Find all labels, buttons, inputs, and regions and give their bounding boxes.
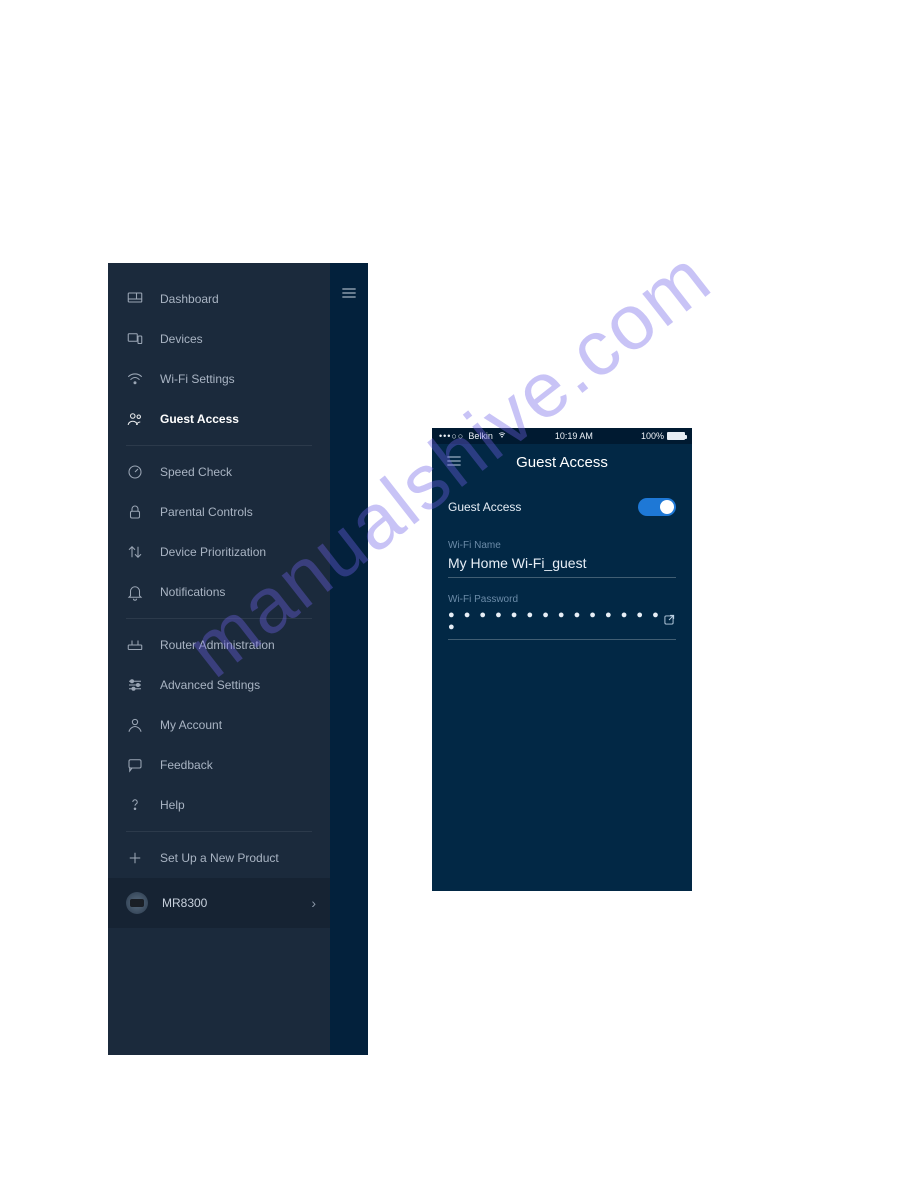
- sidebar-item-label: Notifications: [160, 585, 225, 599]
- wifi-name-value: My Home Wi-Fi_guest: [448, 555, 586, 571]
- field-label: Wi-Fi Password: [448, 594, 676, 605]
- devices-icon: [126, 330, 144, 348]
- clock: 10:19 AM: [507, 431, 641, 441]
- sidebar-app-screen: Dashboard Devices Wi-Fi Settings Guest A…: [108, 263, 368, 1055]
- product-row[interactable]: MR8300 ›: [108, 878, 330, 928]
- sidebar-item-label: Router Administration: [160, 638, 275, 652]
- sidebar-item-label: Guest Access: [160, 412, 239, 426]
- product-avatar-icon: [126, 892, 148, 914]
- wifi-password-value: ● ● ● ● ● ● ● ● ● ● ● ● ● ● ●: [448, 609, 662, 633]
- sidebar-item-help[interactable]: Help: [108, 785, 330, 825]
- lock-icon: [126, 503, 144, 521]
- sidebar-item-advanced-settings[interactable]: Advanced Settings: [108, 665, 330, 705]
- hamburger-menu-button[interactable]: [341, 286, 357, 304]
- sidebar-item-label: Parental Controls: [160, 505, 253, 519]
- sidebar-item-label: My Account: [160, 718, 222, 732]
- sidebar-item-devices[interactable]: Devices: [108, 319, 330, 359]
- gauge-icon: [126, 463, 144, 481]
- router-icon: [126, 636, 144, 654]
- sidebar-item-notifications[interactable]: Notifications: [108, 572, 330, 612]
- sidebar-item-label: Advanced Settings: [160, 678, 260, 692]
- updown-icon: [126, 543, 144, 561]
- wifi-status-icon: [497, 431, 507, 441]
- sidebar-item-feedback[interactable]: Feedback: [108, 745, 330, 785]
- battery-icon: [667, 432, 685, 440]
- divider: [126, 445, 312, 446]
- dashboard-icon: [126, 290, 144, 308]
- person-icon: [126, 716, 144, 734]
- help-icon: [126, 796, 144, 814]
- wifi-password-field[interactable]: Wi-Fi Password ● ● ● ● ● ● ● ● ● ● ● ● ●…: [432, 580, 692, 642]
- page-title: Guest Access: [462, 454, 662, 471]
- guest-access-screen: •••○○ Belkin 10:19 AM 100% Guest Access …: [432, 428, 692, 891]
- sidebar-item-parental-controls[interactable]: Parental Controls: [108, 492, 330, 532]
- sidebar-item-label: Devices: [160, 332, 203, 346]
- guest-access-toggle-row: Guest Access: [432, 480, 692, 526]
- sidebar-item-wifi-settings[interactable]: Wi-Fi Settings: [108, 359, 330, 399]
- signal-icon: •••○○: [439, 431, 464, 441]
- toggle-label: Guest Access: [448, 500, 521, 514]
- sidebar-item-device-prioritization[interactable]: Device Prioritization: [108, 532, 330, 572]
- sidebar-item-router-administration[interactable]: Router Administration: [108, 625, 330, 665]
- share-icon[interactable]: [662, 613, 676, 630]
- sliders-icon: [126, 676, 144, 694]
- guest-access-toggle[interactable]: [638, 498, 676, 516]
- sidebar-item-my-account[interactable]: My Account: [108, 705, 330, 745]
- wifi-name-field[interactable]: Wi-Fi Name My Home Wi-Fi_guest: [432, 526, 692, 580]
- sidebar-item-guest-access[interactable]: Guest Access: [108, 399, 330, 439]
- carrier-label: Belkin: [468, 431, 493, 441]
- content-strip: [330, 263, 368, 1055]
- sidebar-item-dashboard[interactable]: Dashboard: [108, 279, 330, 319]
- divider: [126, 618, 312, 619]
- chat-icon: [126, 756, 144, 774]
- hamburger-menu-button[interactable]: [446, 455, 462, 470]
- status-bar: •••○○ Belkin 10:19 AM 100%: [432, 428, 692, 444]
- chevron-right-icon: ›: [311, 895, 316, 911]
- divider: [126, 831, 312, 832]
- wifi-icon: [126, 370, 144, 388]
- sidebar-item-speed-check[interactable]: Speed Check: [108, 452, 330, 492]
- sidebar-item-label: Device Prioritization: [160, 545, 266, 559]
- sidebar-item-label: Help: [160, 798, 185, 812]
- battery-percent: 100%: [641, 431, 664, 441]
- screen-header: Guest Access: [432, 444, 692, 480]
- sidebar-item-label: Set Up a New Product: [160, 851, 279, 865]
- sidebar-item-label: Feedback: [160, 758, 213, 772]
- plus-icon: [126, 849, 144, 867]
- people-icon: [126, 410, 144, 428]
- product-name: MR8300: [162, 896, 207, 910]
- bell-icon: [126, 583, 144, 601]
- sidebar-item-setup-new-product[interactable]: Set Up a New Product: [108, 838, 330, 878]
- sidebar-item-label: Wi-Fi Settings: [160, 372, 235, 386]
- field-label: Wi-Fi Name: [448, 540, 676, 551]
- sidebar-item-label: Dashboard: [160, 292, 219, 306]
- sidebar-item-label: Speed Check: [160, 465, 232, 479]
- sidebar: Dashboard Devices Wi-Fi Settings Guest A…: [108, 263, 330, 1055]
